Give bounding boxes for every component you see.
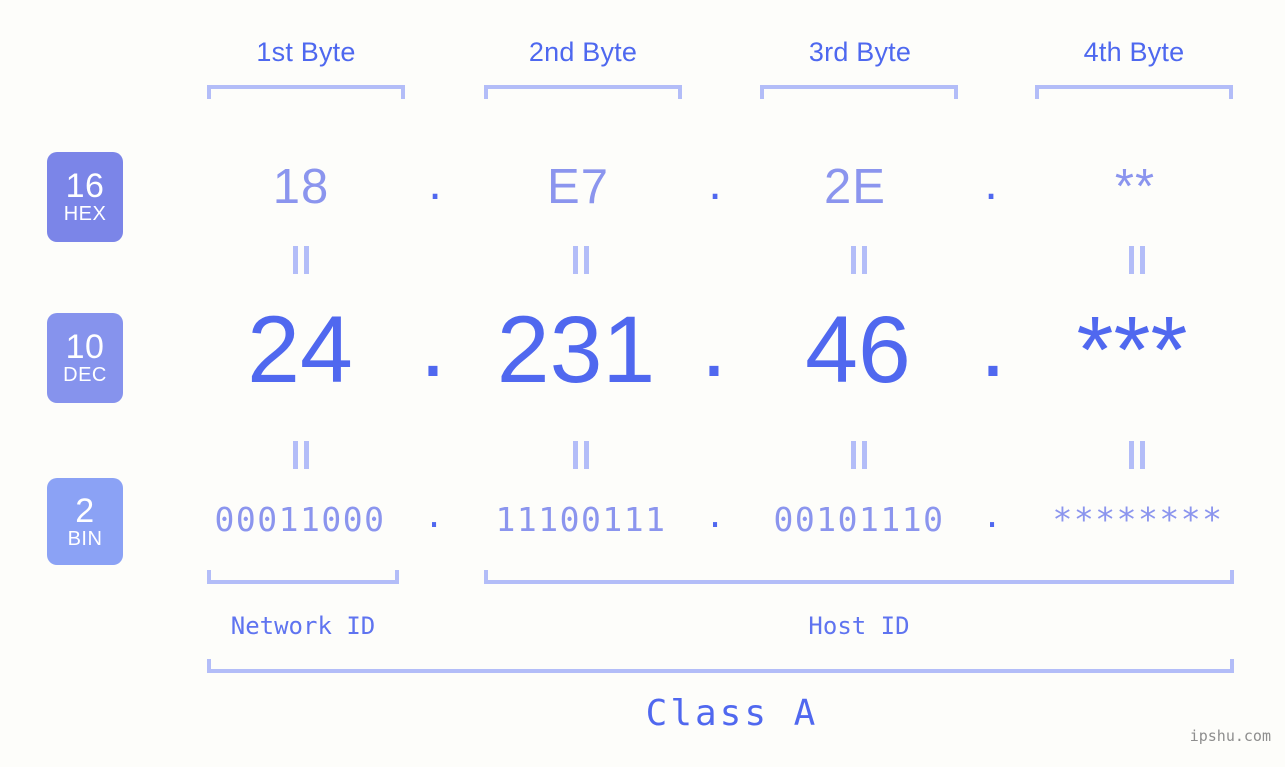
equals-connector-hex-dec-2 (569, 246, 593, 274)
byte-bracket-top-2 (484, 85, 682, 99)
class-label: Class A (645, 693, 819, 734)
network-id-label: Network ID (230, 612, 376, 640)
dec-octet-1: 24 (247, 297, 353, 403)
site-watermark: ipshu.com (1189, 727, 1271, 745)
equals-connector-hex-dec-4 (1125, 246, 1149, 274)
hex-separator-3: . (984, 156, 998, 210)
class-bracket (207, 659, 1234, 673)
byte-bracket-top-1 (207, 85, 405, 99)
bin-separator-3: . (982, 496, 1002, 535)
hex-octet-3: 2E (824, 160, 886, 214)
host-id-label: Host ID (808, 612, 910, 640)
base-badge-hex-label: HEX (63, 203, 107, 225)
dec-separator-3: . (979, 291, 1007, 397)
hex-separator-2: . (708, 156, 722, 210)
dec-octet-4: *** (1076, 297, 1188, 403)
hex-separator-1: . (428, 156, 442, 210)
byte-header-3: 3rd Byte (808, 37, 912, 67)
equals-connector-dec-bin-2 (569, 441, 593, 469)
base-badge-dec: 10 DEC (47, 313, 123, 403)
byte-bracket-top-4 (1035, 85, 1233, 99)
bin-separator-2: . (705, 496, 725, 535)
base-badge-bin: 2 BIN (47, 478, 123, 565)
bin-octet-3: 00101110 (773, 500, 945, 539)
host-id-bracket (484, 570, 1234, 584)
byte-header-4: 4th Byte (1083, 37, 1185, 67)
bin-octet-2: 11100111 (495, 500, 667, 539)
bin-octet-4: ******** (1052, 500, 1224, 539)
dec-separator-2: . (700, 291, 728, 397)
bin-separator-1: . (424, 496, 444, 535)
base-badge-dec-label: DEC (63, 364, 107, 386)
equals-connector-hex-dec-1 (289, 246, 313, 274)
base-badge-dec-number: 10 (65, 328, 105, 366)
base-badge-bin-number: 2 (75, 491, 95, 530)
dec-octet-2: 231 (496, 297, 656, 403)
byte-bracket-top-3 (760, 85, 958, 99)
bin-octet-1: 00011000 (214, 500, 386, 539)
equals-connector-dec-bin-3 (847, 441, 871, 469)
equals-connector-dec-bin-1 (289, 441, 313, 469)
equals-connector-hex-dec-3 (847, 246, 871, 274)
base-badge-hex-number: 16 (65, 167, 105, 205)
base-badge-bin-label: BIN (67, 527, 103, 550)
dec-separator-1: . (419, 291, 447, 397)
byte-header-2: 2nd Byte (528, 37, 638, 67)
network-id-bracket (207, 570, 399, 584)
hex-octet-1: 18 (272, 160, 330, 214)
base-badge-hex: 16 HEX (47, 152, 123, 242)
hex-octet-2: E7 (547, 160, 609, 214)
equals-connector-dec-bin-4 (1125, 441, 1149, 469)
byte-header-1: 1st Byte (256, 37, 356, 67)
dec-octet-3: 46 (805, 297, 911, 403)
ip-breakdown-diagram: 1st Byte 2nd Byte 3rd Byte 4th Byte 16 H… (0, 0, 1285, 767)
hex-octet-4: ** (1114, 160, 1156, 214)
